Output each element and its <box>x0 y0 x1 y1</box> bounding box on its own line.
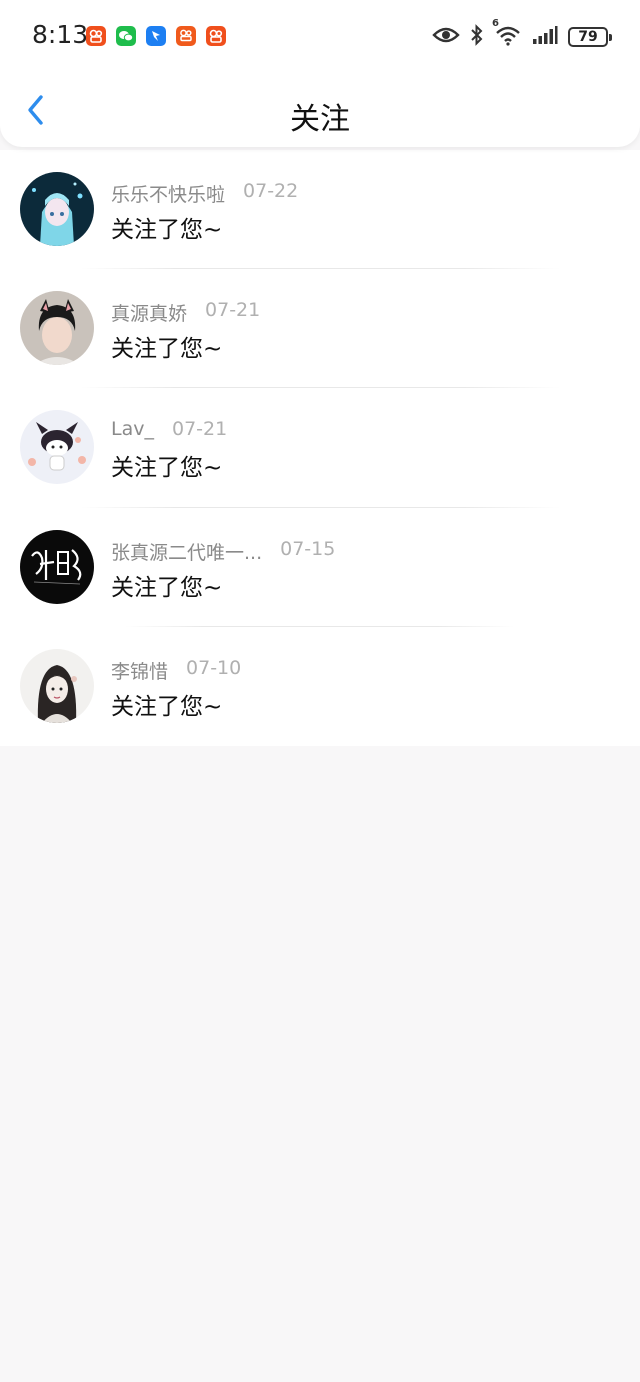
dingtalk-icon <box>146 26 166 46</box>
item-message: 关注了您~ <box>111 336 223 363</box>
avatar[interactable] <box>20 529 94 604</box>
avatar[interactable] <box>20 410 94 485</box>
username[interactable]: 真源真娇 <box>111 299 187 326</box>
item-header: Lav_ 07-21 <box>111 418 227 440</box>
avatar[interactable] <box>20 172 94 246</box>
avatar[interactable] <box>20 291 94 366</box>
kuaishou-speed-icon <box>176 26 196 46</box>
avatar[interactable] <box>20 648 94 723</box>
bluetooth-icon <box>470 24 484 50</box>
nav-bar: 关注 <box>0 72 640 147</box>
username[interactable]: 乐乐不快乐啦 <box>111 180 225 207</box>
network-type-label: 6 <box>492 18 499 29</box>
item-header: 张真源二代唯一... 07-15 <box>111 538 335 565</box>
system-icons: 6 79 <box>432 18 612 50</box>
item-header: 真源真娇 07-21 <box>111 299 260 326</box>
battery-indicator: 79 <box>568 27 612 47</box>
item-message: 关注了您~ <box>111 217 223 243</box>
follow-notification-list: 乐乐不快乐啦 07-22 关注了您~ 真源真娇 07-21 关注了您~ Lav_… <box>0 150 640 746</box>
list-item[interactable]: 李锦惜 07-10 关注了您~ <box>0 627 640 746</box>
item-date: 07-21 <box>171 418 228 441</box>
list-item[interactable]: 真源真娇 07-21 关注了您~ <box>0 269 640 389</box>
app-header: 8:13 6 79 关注 <box>0 0 640 147</box>
item-date: 07-10 <box>186 656 242 679</box>
wechat-icon <box>116 26 136 46</box>
notification-icons <box>86 26 226 46</box>
status-bar: 8:13 6 79 <box>0 0 640 72</box>
page-title: 关注 <box>290 102 350 137</box>
item-date: 07-22 <box>243 180 299 202</box>
item-date: 07-21 <box>205 299 261 322</box>
list-item[interactable]: 乐乐不快乐啦 07-22 关注了您~ <box>0 150 640 270</box>
username[interactable]: 张真源二代唯一... <box>111 538 262 565</box>
kuaishou-icon <box>206 26 226 46</box>
list-item[interactable]: 张真源二代唯一... 07-15 关注了您~ <box>0 508 640 627</box>
item-message: 关注了您~ <box>111 455 223 482</box>
item-header: 李锦惜 07-10 <box>111 657 241 684</box>
item-message: 关注了您~ <box>111 693 223 720</box>
eye-icon <box>432 25 460 49</box>
status-time: 8:13 <box>32 20 89 49</box>
wifi-icon: 6 <box>492 18 522 50</box>
item-date: 07-15 <box>280 537 336 560</box>
item-message: 关注了您~ <box>111 574 223 601</box>
item-header: 乐乐不快乐啦 07-22 <box>111 180 298 207</box>
kuaishou-icon <box>86 26 106 46</box>
signal-icon <box>532 25 558 49</box>
list-item[interactable]: Lav_ 07-21 关注了您~ <box>0 388 640 508</box>
username[interactable]: 李锦惜 <box>111 657 168 684</box>
username[interactable]: Lav_ <box>111 418 154 440</box>
